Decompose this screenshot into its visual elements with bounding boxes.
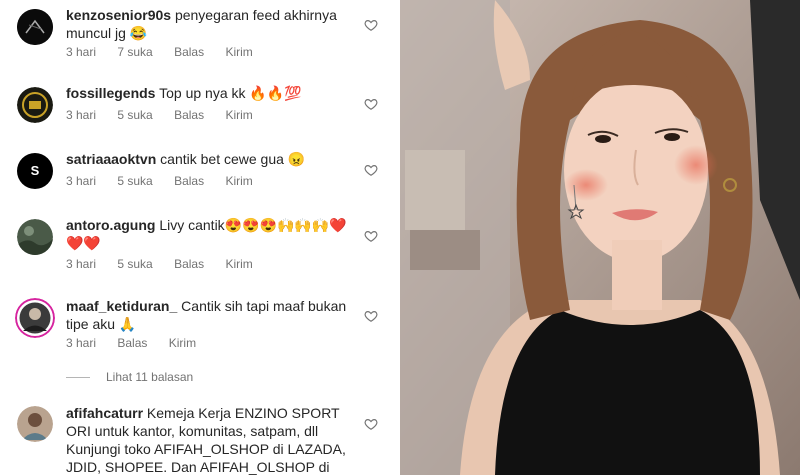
- heart-icon[interactable]: [364, 163, 378, 177]
- heart-icon[interactable]: [364, 229, 378, 243]
- comment-likes[interactable]: 5 suka: [117, 108, 152, 122]
- comment-likes[interactable]: 7 suka: [117, 45, 152, 59]
- send-button[interactable]: Kirim: [169, 336, 196, 350]
- avatar[interactable]: [15, 298, 55, 338]
- send-button[interactable]: Kirim: [225, 45, 252, 59]
- comment-username[interactable]: kenzosenior90s: [66, 7, 171, 23]
- comment-likes[interactable]: 5 suka: [117, 257, 152, 271]
- comment-text-block: satriaaaoktvn cantik bet cewe gua 😠: [66, 150, 356, 168]
- comment-text-block: afifahcaturr Kemeja Kerja ENZINO SPORT O…: [66, 404, 356, 475]
- comment-time[interactable]: 3 hari: [66, 336, 96, 350]
- comment-text-block: kenzosenior90s penyegaran feed akhirnya …: [66, 6, 356, 42]
- avatar[interactable]: [17, 9, 53, 45]
- comment-meta: 3 hari 5 suka Balas Kirim: [66, 174, 271, 188]
- comment-text-block: maaf_ketiduran_ Cantik sih tapi maaf buk…: [66, 297, 356, 333]
- comment-time[interactable]: 3 hari: [66, 174, 96, 188]
- send-button[interactable]: Kirim: [225, 174, 252, 188]
- comment-username[interactable]: satriaaaoktvn: [66, 151, 156, 167]
- comment-time[interactable]: 3 hari: [66, 108, 96, 122]
- comment-username[interactable]: maaf_ketiduran_: [66, 298, 177, 314]
- avatar[interactable]: [17, 219, 53, 255]
- comment-username[interactable]: antoro.agung: [66, 217, 155, 233]
- heart-icon[interactable]: [364, 18, 378, 32]
- reply-button[interactable]: Balas: [174, 45, 204, 59]
- send-button[interactable]: Kirim: [225, 257, 252, 271]
- avatar[interactable]: S: [17, 153, 53, 189]
- avatar[interactable]: [17, 406, 53, 442]
- comment-text: cantik bet cewe gua 😠: [160, 151, 306, 167]
- comment-username[interactable]: fossillegends: [66, 85, 155, 101]
- reply-button[interactable]: Balas: [174, 108, 204, 122]
- heart-icon[interactable]: [364, 309, 378, 323]
- comment-list: kenzosenior90s penyegaran feed akhirnya …: [0, 0, 400, 475]
- divider-line: [66, 376, 90, 378]
- heart-icon[interactable]: [364, 97, 378, 111]
- reply-button[interactable]: Balas: [117, 336, 147, 350]
- comment-text: Top up nya kk 🔥🔥💯: [159, 85, 302, 101]
- reply-button[interactable]: Balas: [174, 174, 204, 188]
- comment-time[interactable]: 3 hari: [66, 257, 96, 271]
- avatar[interactable]: [17, 87, 53, 123]
- comment-likes[interactable]: 5 suka: [117, 174, 152, 188]
- view-replies-label: Lihat 11 balasan: [106, 370, 194, 384]
- post-photo: [400, 0, 800, 475]
- comment-meta: 3 hari 7 suka Balas Kirim: [66, 45, 271, 59]
- comment-meta: 3 hari 5 suka Balas Kirim: [66, 257, 271, 271]
- send-button[interactable]: Kirim: [225, 108, 252, 122]
- comment-text-block: fossillegends Top up nya kk 🔥🔥💯: [66, 84, 356, 102]
- comment-meta: 3 hari Balas Kirim: [66, 336, 214, 350]
- comment-username[interactable]: afifahcaturr: [66, 405, 143, 421]
- view-replies-button[interactable]: Lihat 11 balasan: [66, 370, 193, 384]
- comment-meta: 3 hari 5 suka Balas Kirim: [66, 108, 271, 122]
- avatar-letter: S: [30, 163, 40, 178]
- reply-button[interactable]: Balas: [174, 257, 204, 271]
- comment-time[interactable]: 3 hari: [66, 45, 96, 59]
- comment-text-block: antoro.agung Livy cantik😍😍😍🙌🙌🙌❤️❤️❤️: [66, 216, 356, 252]
- heart-icon[interactable]: [364, 417, 378, 431]
